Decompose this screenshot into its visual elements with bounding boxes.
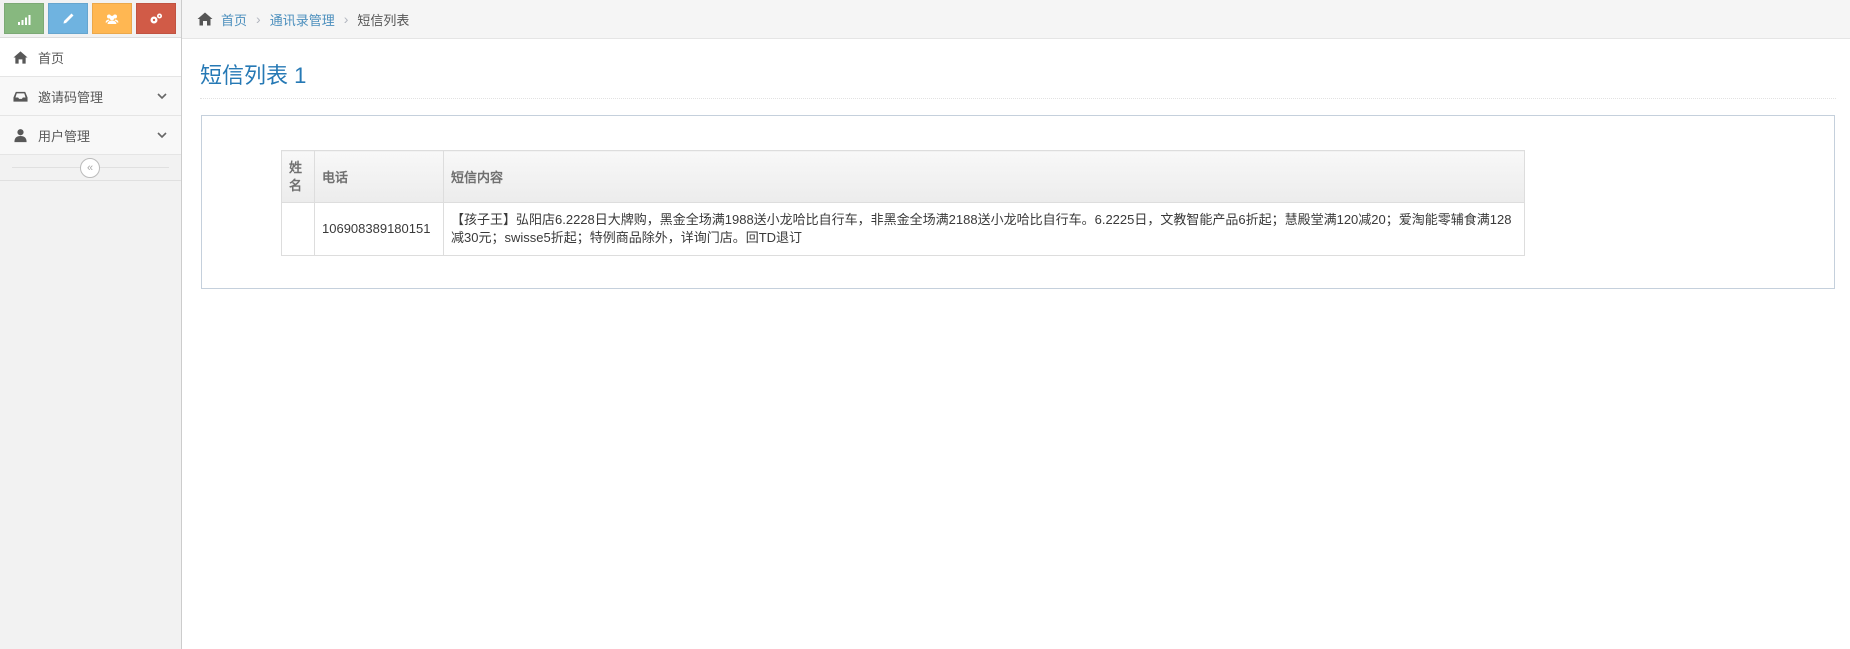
- column-header-phone: 电话: [314, 150, 444, 203]
- sidebar-item-label: 邀请码管理: [38, 89, 104, 105]
- table-header-row: 姓名 电话 短信内容: [281, 150, 1525, 203]
- signal-icon: [18, 14, 31, 25]
- sidebar-shortcuts: [0, 0, 181, 38]
- sidebar-item-home[interactable]: 首页: [0, 38, 181, 77]
- column-header-content: 短信内容: [443, 150, 1525, 203]
- cell-phone: 106908389180151: [314, 202, 444, 256]
- sms-table: 姓名 电话 短信内容 106908389180151 【孩子王】弘阳店6.222…: [281, 150, 1525, 256]
- user-icon: [0, 128, 38, 143]
- chevron-down-icon: [155, 89, 169, 103]
- sidebar-item-label: 首页: [38, 50, 65, 66]
- inbox-icon: [0, 89, 38, 104]
- users-icon: [105, 14, 119, 24]
- pencil-icon: [63, 13, 74, 23]
- shortcut-users-button[interactable]: [92, 3, 132, 34]
- sms-list-box: 姓名 电话 短信内容 106908389180151 【孩子王】弘阳店6.222…: [201, 115, 1835, 289]
- sidebar-item-label: 用户管理: [38, 128, 91, 144]
- shortcut-stats-button[interactable]: [4, 3, 44, 34]
- breadcrumb-separator: ›: [343, 11, 349, 27]
- sidebar-item-user-management[interactable]: 用户管理: [0, 116, 181, 155]
- sidebar: 首页 邀请码管理 用户管理 «: [0, 0, 182, 649]
- cell-content: 【孩子王】弘阳店6.2228日大牌购，黑金全场满1988送小龙哈比自行车，非黑金…: [443, 202, 1525, 256]
- breadcrumb-home-link[interactable]: 首页: [221, 10, 247, 29]
- sidebar-item-invite-codes[interactable]: 邀请码管理: [0, 77, 181, 116]
- shortcut-settings-button[interactable]: [136, 3, 176, 34]
- sidebar-collapse-button[interactable]: «: [80, 158, 100, 178]
- cell-name: [281, 202, 315, 256]
- page-header: 短信列表 1: [200, 50, 1836, 99]
- breadcrumb-section-link[interactable]: 通讯录管理: [270, 10, 335, 29]
- home-icon: [0, 50, 38, 65]
- table-row: 106908389180151 【孩子王】弘阳店6.2228日大牌购，黑金全场满…: [281, 202, 1525, 256]
- page-title: 短信列表 1: [200, 63, 307, 88]
- chevron-down-icon: [155, 128, 169, 142]
- breadcrumb-current: 短信列表: [357, 12, 410, 28]
- shortcut-edit-button[interactable]: [48, 3, 88, 34]
- breadcrumb-separator: ›: [256, 11, 261, 27]
- double-chevron-left-icon: «: [86, 161, 94, 174]
- breadcrumb: 首页 › 通讯录管理 › 短信列表: [182, 0, 1850, 39]
- cogs-icon: [150, 13, 162, 23]
- sidebar-collapse-bar: «: [0, 155, 181, 181]
- column-header-name: 姓名: [281, 150, 315, 203]
- home-icon: [197, 12, 213, 26]
